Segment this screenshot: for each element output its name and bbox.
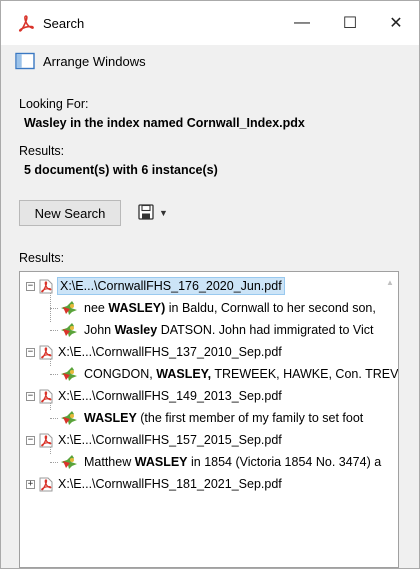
search-hit-icon (60, 322, 78, 338)
hit-match-text: WASLEY) (108, 301, 166, 315)
result-hit-row[interactable]: nee WASLEY) in Baldu, Cornwall to her se… (60, 297, 376, 319)
hit-context-after: (the first member of my family to set fo… (136, 411, 364, 425)
hit-match-text: WASLEY (134, 455, 188, 469)
result-hit-row[interactable]: CONGDON, WASLEY, TREWEEK, HAWKE, Con. TR… (60, 363, 398, 385)
hit-context-before: CONGDON, (84, 367, 157, 381)
search-window: Search — ☐ ✕ Arrange Windows Looking For… (0, 0, 420, 569)
result-document-name: X:\E...\CornwallFHS_149_2013_Sep.pdf (58, 389, 282, 403)
pdf-file-icon (39, 433, 53, 448)
acrobat-icon (17, 13, 37, 33)
result-document-name: X:\E...\CornwallFHS_157_2015_Sep.pdf (58, 433, 282, 447)
tree-connector-line (50, 462, 58, 463)
tree-connector-line (50, 403, 51, 410)
hit-context-after: in 1854 (Victoria 1854 No. 3474) a (187, 455, 382, 469)
results-count-label: Results: (19, 144, 65, 158)
hit-context-before: John (84, 323, 115, 337)
new-search-button[interactable]: New Search (19, 200, 121, 226)
hit-match-text: WASLEY (84, 411, 137, 425)
save-dropdown-arrow-icon[interactable]: ▼ (159, 208, 168, 218)
minimize-button[interactable]: — (279, 1, 325, 45)
hit-context-after: TREWEEK, HAWKE, Con. TREV (211, 367, 399, 381)
pdf-file-icon (39, 279, 53, 294)
looking-for-value: Wasley in the index named Cornwall_Index… (24, 116, 305, 130)
collapse-icon[interactable]: − (26, 391, 35, 401)
result-document-row[interactable]: − X:\E...\CornwallFHS_137_2010_Sep.pdf (26, 341, 282, 363)
search-hit-icon (60, 366, 78, 382)
hit-context-after: DATSON. John had immigrated to Vict (157, 323, 374, 337)
search-hit-icon (60, 300, 78, 316)
window-title: Search (43, 15, 85, 31)
result-document-row[interactable]: − X:\E...\CornwallFHS_176_2020_Jun.pdf (26, 275, 285, 297)
tree-connector-line (50, 359, 51, 366)
floppy-disk-icon (138, 203, 154, 223)
hit-context-before: nee (84, 301, 109, 315)
collapse-icon[interactable]: − (26, 435, 35, 445)
hit-match-text: Wasley (114, 323, 158, 337)
tree-connector-line (50, 374, 58, 375)
save-results-button[interactable]: ▼ (138, 201, 182, 225)
result-document-name: X:\E...\CornwallFHS_137_2010_Sep.pdf (58, 345, 282, 359)
hit-match-text: WASLEY, (156, 367, 212, 381)
arrange-windows-icon (15, 52, 35, 70)
arrange-windows-button[interactable]: Arrange Windows (1, 45, 419, 77)
hit-context-before: Matthew (84, 455, 135, 469)
scroll-up-arrow-icon[interactable]: ▲ (386, 278, 394, 287)
result-document-name: X:\E...\CornwallFHS_176_2020_Jun.pdf (57, 277, 285, 295)
result-document-row[interactable]: − X:\E...\CornwallFHS_149_2013_Sep.pdf (26, 385, 282, 407)
close-button[interactable]: ✕ (373, 1, 419, 45)
result-hit-row[interactable]: John Wasley DATSON. John had immigrated … (60, 319, 374, 341)
hit-context-after: in Baldu, Cornwall to her second son, (165, 301, 376, 315)
tree-connector-line (50, 308, 58, 309)
result-document-name: X:\E...\CornwallFHS_181_2021_Sep.pdf (58, 477, 282, 491)
tree-connector-line (50, 330, 58, 331)
pdf-file-icon (39, 345, 53, 360)
title-bar: Search — ☐ ✕ (1, 1, 419, 45)
result-hit-row[interactable]: Matthew WASLEY in 1854 (Victoria 1854 No… (60, 451, 381, 473)
arrange-windows-label: Arrange Windows (43, 53, 146, 69)
search-hit-icon (60, 410, 78, 426)
results-panel-label: Results: (19, 251, 65, 265)
tree-connector-line (50, 447, 51, 454)
result-document-row[interactable]: + X:\E...\CornwallFHS_181_2021_Sep.pdf (26, 473, 282, 495)
maximize-button[interactable]: ☐ (327, 1, 373, 45)
expand-icon[interactable]: + (26, 479, 35, 489)
pdf-file-icon (39, 389, 53, 404)
results-tree[interactable]: ▲ − X:\E...\CornwallFHS_176_2020_Jun.pdfn… (19, 271, 399, 568)
result-document-row[interactable]: − X:\E...\CornwallFHS_157_2015_Sep.pdf (26, 429, 282, 451)
collapse-icon[interactable]: − (26, 347, 35, 357)
search-hit-icon (60, 454, 78, 470)
result-hit-row[interactable]: WASLEY (the first member of my family to… (60, 407, 363, 429)
pdf-file-icon (39, 477, 53, 492)
collapse-icon[interactable]: − (26, 281, 35, 291)
looking-for-label: Looking For: (19, 97, 89, 111)
results-summary: 5 document(s) with 6 instance(s) (24, 163, 218, 177)
tree-connector-line (50, 418, 58, 419)
